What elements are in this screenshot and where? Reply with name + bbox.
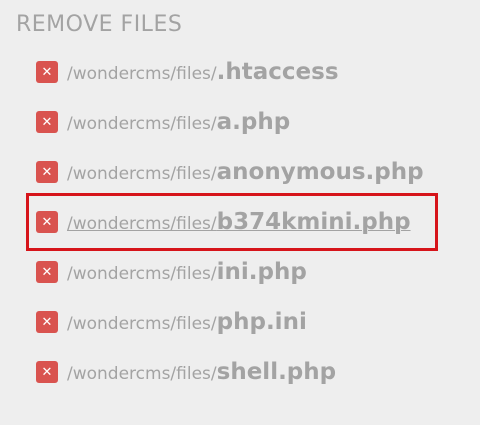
file-path: /wondercms/files/ <box>67 314 217 334</box>
file-row-a-php: ✕ /wondercms/files/ a.php <box>26 100 438 144</box>
file-row-shell-php: ✕ /wondercms/files/ shell.php <box>26 350 438 394</box>
file-row-anonymous-php: ✕ /wondercms/files/ anonymous.php <box>26 150 438 194</box>
file-row-b374kmini-php: ✕ /wondercms/files/ b374kmini.php <box>26 193 438 251</box>
file-row-php-ini: ✕ /wondercms/files/ php.ini <box>26 300 438 344</box>
close-icon[interactable]: ✕ <box>36 361 58 383</box>
file-path: /wondercms/files/ <box>67 114 217 134</box>
file-path: /wondercms/files/ <box>67 364 217 384</box>
file-path: /wondercms/files/ <box>67 214 217 234</box>
file-link-htaccess[interactable]: /wondercms/files/ .htaccess <box>67 59 339 85</box>
close-icon[interactable]: ✕ <box>36 161 58 183</box>
file-link-anonymous-php[interactable]: /wondercms/files/ anonymous.php <box>67 159 424 185</box>
file-row-htaccess: ✕ /wondercms/files/ .htaccess <box>26 50 438 94</box>
file-name: .htaccess <box>216 59 339 85</box>
close-icon[interactable]: ✕ <box>36 111 58 133</box>
file-link-shell-php[interactable]: /wondercms/files/ shell.php <box>67 359 336 385</box>
file-name: anonymous.php <box>216 159 424 185</box>
file-name: php.ini <box>216 309 307 335</box>
file-link-b374kmini-php[interactable]: /wondercms/files/ b374kmini.php <box>67 209 411 235</box>
file-path: /wondercms/files/ <box>67 264 217 284</box>
file-name: a.php <box>216 109 291 135</box>
close-icon[interactable]: ✕ <box>36 311 58 333</box>
remove-files-title: REMOVE FILES <box>16 12 183 37</box>
file-name: b374kmini.php <box>216 209 411 235</box>
file-path: /wondercms/files/ <box>67 164 217 184</box>
file-row-ini-php: ✕ /wondercms/files/ ini.php <box>26 250 438 294</box>
file-path: /wondercms/files/ <box>67 64 217 84</box>
file-name: shell.php <box>216 359 337 385</box>
file-link-a-php[interactable]: /wondercms/files/ a.php <box>67 109 290 135</box>
close-icon[interactable]: ✕ <box>36 61 58 83</box>
close-icon[interactable]: ✕ <box>36 211 58 233</box>
file-name: ini.php <box>216 259 307 285</box>
close-icon[interactable]: ✕ <box>36 261 58 283</box>
file-link-php-ini[interactable]: /wondercms/files/ php.ini <box>67 309 307 335</box>
file-link-ini-php[interactable]: /wondercms/files/ ini.php <box>67 259 307 285</box>
